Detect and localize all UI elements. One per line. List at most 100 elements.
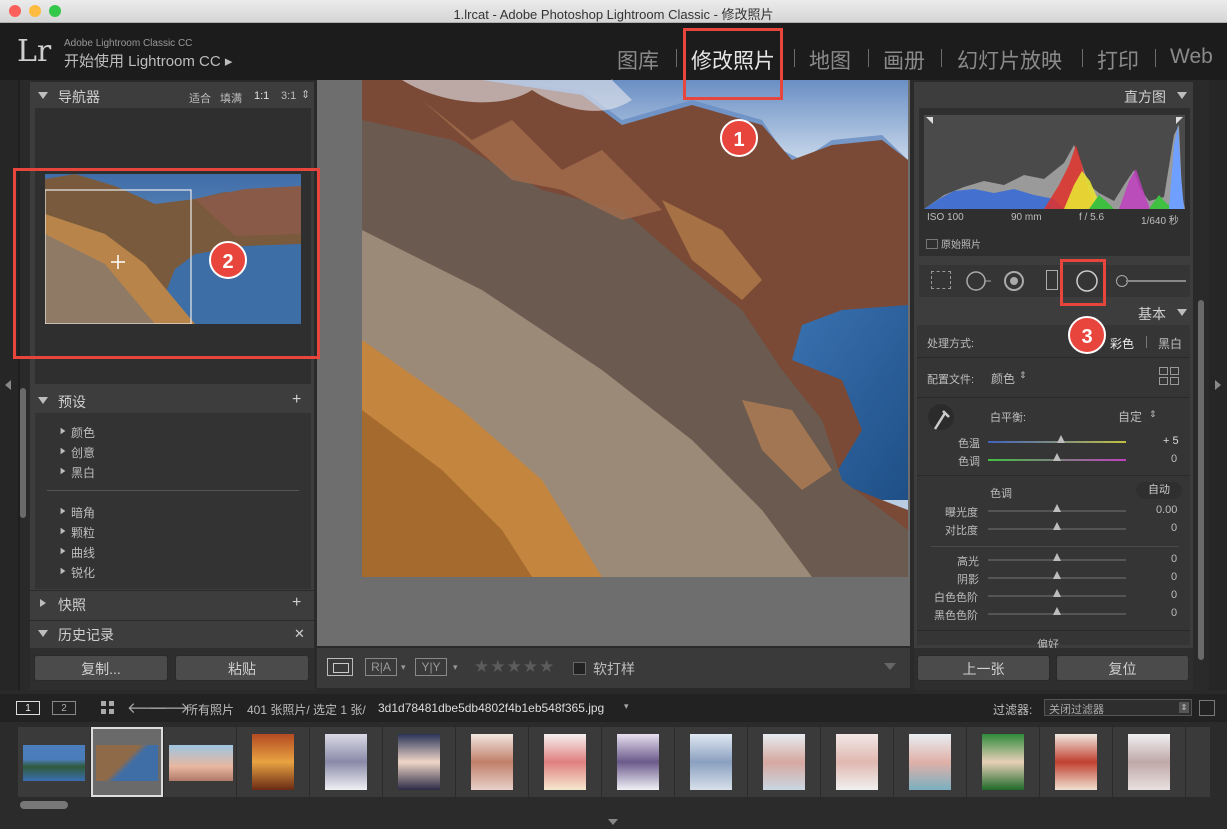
- preset-group-item[interactable]: 黑白: [71, 464, 95, 481]
- selected-filename[interactable]: 3d1d78481dbe5db4802f4b1eb548f365.jpg: [378, 701, 604, 715]
- before-after-swap-button[interactable]: Y|Y: [415, 658, 447, 676]
- filmstrip-thumb[interactable]: [164, 727, 237, 797]
- filter-lock-icon[interactable]: [1199, 700, 1215, 716]
- zoom-fit[interactable]: 适合: [189, 90, 211, 106]
- collapse-filmstrip-icon[interactable]: [608, 819, 618, 825]
- secondary-window-button[interactable]: 2: [52, 701, 76, 715]
- original-photo-checkbox[interactable]: [926, 239, 938, 249]
- zoom-stepper-icon[interactable]: ⇕: [301, 88, 310, 101]
- filmstrip-thumb[interactable]: [529, 727, 602, 797]
- tint-value[interactable]: 0: [1171, 453, 1177, 465]
- right-panel-scrollbar[interactable]: [1198, 300, 1204, 660]
- contrast-slider-thumb[interactable]: [1053, 522, 1061, 530]
- preset-group-item[interactable]: 曲线: [71, 544, 95, 561]
- star-rating[interactable]: ★★★★★: [474, 657, 555, 677]
- filmstrip-thumb[interactable]: [383, 727, 456, 797]
- filmstrip-thumb[interactable]: [748, 727, 821, 797]
- filename-dropdown-icon[interactable]: ▾: [624, 701, 629, 712]
- collapse-left-panel-icon[interactable]: [5, 380, 11, 390]
- before-after-dropdown-icon[interactable]: ▾: [401, 662, 406, 673]
- treatment-color-option[interactable]: 彩色: [1110, 335, 1134, 352]
- add-snapshot-icon[interactable]: +: [292, 594, 301, 612]
- snapshots-expand-icon[interactable]: [40, 599, 46, 607]
- filmstrip-thumb-selected[interactable]: [91, 727, 163, 797]
- preset-group-item[interactable]: 锐化: [71, 564, 95, 581]
- histogram-collapse-icon[interactable]: [1177, 92, 1187, 99]
- exposure-value[interactable]: 0.00: [1156, 504, 1177, 516]
- main-photo[interactable]: [362, 80, 908, 577]
- left-panel-scrollbar[interactable]: [20, 388, 26, 518]
- filter-dropdown[interactable]: 关闭过滤器 ⇕: [1044, 699, 1192, 716]
- primary-window-button[interactable]: 1: [16, 701, 40, 715]
- red-eye-icon[interactable]: [1003, 270, 1025, 292]
- temp-value[interactable]: + 5: [1163, 435, 1179, 447]
- history-collapse-icon[interactable]: [38, 630, 48, 637]
- module-slideshow[interactable]: 幻灯片放映: [957, 45, 1062, 75]
- profile-dropdown[interactable]: 颜色: [991, 370, 1015, 387]
- reset-button[interactable]: 复位: [1056, 655, 1189, 681]
- module-print[interactable]: 打印: [1097, 45, 1139, 75]
- grid-view-icon[interactable]: [101, 701, 115, 715]
- highlights-value[interactable]: 0: [1171, 553, 1177, 565]
- auto-tone-button[interactable]: 自动: [1136, 482, 1182, 499]
- tint-slider-thumb[interactable]: [1053, 453, 1061, 461]
- blacks-value[interactable]: 0: [1171, 607, 1177, 619]
- paste-settings-button[interactable]: 粘贴: [175, 655, 309, 681]
- highlights-slider-thumb[interactable]: [1053, 553, 1061, 561]
- preset-group-item[interactable]: 暗角: [71, 504, 95, 521]
- spot-removal-icon[interactable]: [965, 270, 993, 292]
- filmstrip-thumb[interactable]: [675, 727, 748, 797]
- filmstrip-thumb[interactable]: [1040, 727, 1113, 797]
- zoom-3to1[interactable]: 3:1: [281, 90, 296, 102]
- filmstrip-thumb-partial[interactable]: [1186, 727, 1211, 797]
- before-after-button[interactable]: R|A: [365, 658, 397, 676]
- treatment-bw-option[interactable]: 黑白: [1158, 335, 1182, 352]
- preset-group-item[interactable]: 创意: [71, 444, 95, 461]
- forward-arrow-icon[interactable]: 🡒: [149, 698, 189, 717]
- loupe-view-button[interactable]: [327, 658, 353, 676]
- crop-tool-icon[interactable]: [931, 271, 951, 289]
- module-book[interactable]: 画册: [883, 45, 925, 75]
- zoom-fill[interactable]: 填满: [220, 90, 242, 106]
- source-label[interactable]: 所有照片: [186, 701, 234, 718]
- wb-dropdown[interactable]: 自定: [1118, 408, 1142, 425]
- filmstrip-thumb[interactable]: [1113, 727, 1186, 797]
- filmstrip-thumb[interactable]: [602, 727, 675, 797]
- shadows-value[interactable]: 0: [1171, 571, 1177, 583]
- graduated-filter-icon[interactable]: [1046, 270, 1058, 290]
- module-library[interactable]: 图库: [617, 45, 659, 75]
- module-web[interactable]: Web: [1170, 45, 1213, 69]
- histogram-graph[interactable]: [924, 115, 1185, 209]
- wb-eyedropper-icon[interactable]: [927, 403, 955, 437]
- filmstrip-thumb[interactable]: [821, 727, 894, 797]
- filmstrip-scrollbar[interactable]: [20, 801, 68, 809]
- filmstrip-thumb[interactable]: [456, 727, 529, 797]
- soft-proof-checkbox[interactable]: [573, 662, 586, 675]
- copy-settings-button[interactable]: 复制...: [34, 655, 168, 681]
- add-preset-icon[interactable]: +: [292, 391, 301, 409]
- clear-history-icon[interactable]: ✕: [294, 626, 305, 642]
- whites-value[interactable]: 0: [1171, 589, 1177, 601]
- blacks-slider-thumb[interactable]: [1053, 607, 1061, 615]
- zoom-1to1[interactable]: 1:1: [254, 90, 269, 102]
- getting-started-link[interactable]: 开始使用 Lightroom CC ▸: [64, 50, 232, 71]
- filmstrip-thumb[interactable]: [894, 727, 967, 797]
- preset-group-item[interactable]: 颗粒: [71, 524, 95, 541]
- toolbar-options-icon[interactable]: [884, 663, 896, 670]
- contrast-value[interactable]: 0: [1171, 522, 1177, 534]
- whites-slider-thumb[interactable]: [1053, 589, 1061, 597]
- temp-slider-thumb[interactable]: [1057, 435, 1065, 443]
- basic-collapse-icon[interactable]: [1177, 309, 1187, 316]
- collapse-right-panel-icon[interactable]: [1215, 380, 1221, 390]
- navigator-collapse-icon[interactable]: [38, 92, 48, 99]
- preset-group-item[interactable]: 颜色: [71, 424, 95, 441]
- filmstrip-thumb[interactable]: [967, 727, 1040, 797]
- filmstrip-thumb[interactable]: [18, 727, 91, 797]
- swap-dropdown-icon[interactable]: ▾: [453, 662, 458, 673]
- previous-button[interactable]: 上一张: [917, 655, 1050, 681]
- brush-size-slider[interactable]: [1126, 280, 1186, 282]
- filmstrip-thumb[interactable]: [310, 727, 383, 797]
- filmstrip-thumb[interactable]: [237, 727, 310, 797]
- module-map[interactable]: 地图: [809, 45, 851, 75]
- profile-browser-icon[interactable]: [1159, 367, 1179, 385]
